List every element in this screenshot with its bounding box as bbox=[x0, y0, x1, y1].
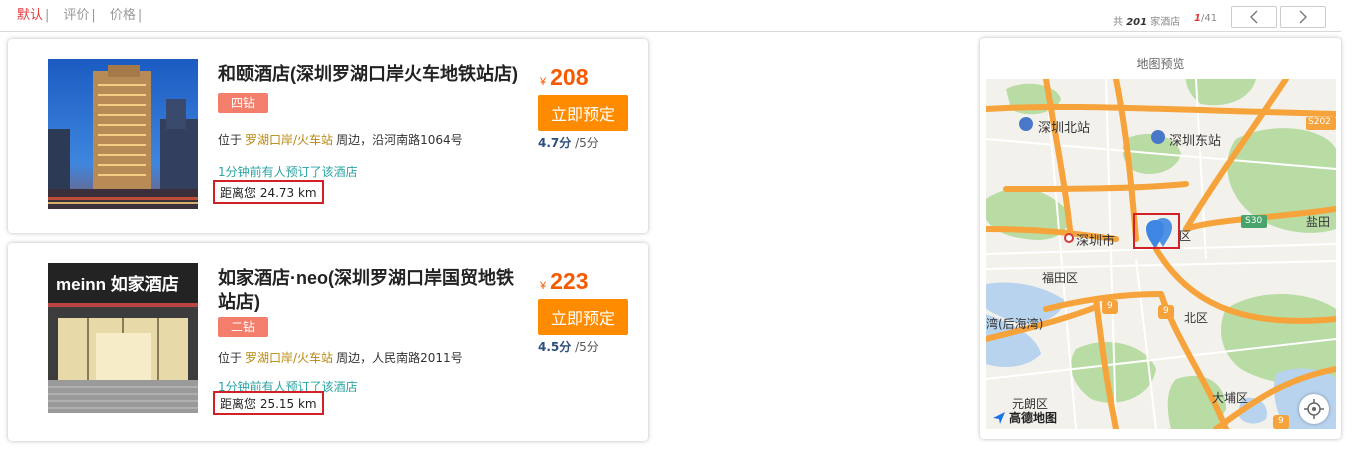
hotel-name[interactable]: 如家酒店·neo(深圳罗湖口岸国贸地铁站店) bbox=[218, 266, 528, 314]
hotel-level-badge: 二钻 bbox=[218, 317, 269, 337]
chevron-right-icon bbox=[1299, 10, 1307, 24]
map-shield-s202: S202 bbox=[1308, 117, 1331, 127]
map-preview-panel: 地图预览 深圳北站 深圳东站 深圳市 福田区 区 湾(后海湾) 北区 元朗区 大… bbox=[980, 38, 1341, 439]
map-shield-nine: 9 bbox=[1163, 306, 1169, 316]
hotel-card: meinn 如家酒店 如家酒店·neo(深圳罗湖口岸国贸地铁站店) 二钻 位于罗… bbox=[8, 243, 648, 441]
hotel-name[interactable]: 和颐酒店(深圳罗湖口岸火车地铁站店) bbox=[218, 62, 528, 86]
map-label-tai-po: 大埔区 bbox=[1212, 391, 1249, 405]
hotel-address: 位于 罗湖口岸/火车站 周边，人民南路2011号 bbox=[218, 351, 463, 365]
map-label-east-station: 深圳东站 bbox=[1169, 134, 1222, 149]
book-now-button[interactable]: 立即预定 bbox=[538, 95, 628, 131]
sort-tabs: 默认 | 评价 | 价格 | bbox=[17, 4, 156, 23]
area-link[interactable]: 罗湖口岸/火车站 bbox=[245, 133, 333, 147]
hotel-card: 和颐酒店(深圳罗湖口岸火车地铁站店) 四钻 位于 罗湖口岸/火车站 周边，沿河南路1… bbox=[8, 39, 648, 233]
hotel-rating: 4.5分 /5分 bbox=[538, 340, 599, 354]
distance-label: 距离您 25.15 km bbox=[213, 391, 324, 415]
sort-tab-default[interactable]: 默认 | bbox=[17, 4, 49, 23]
hotel-address: 位于 罗湖口岸/火车站 周边，沿河南路1064号 bbox=[218, 133, 463, 147]
map-title: 地图预览 bbox=[1136, 57, 1185, 71]
hotel-level-badge: 四钻 bbox=[218, 93, 269, 113]
crosshair-icon bbox=[1304, 399, 1324, 419]
next-page-button[interactable] bbox=[1280, 6, 1326, 28]
result-count: 共 201 家酒店 bbox=[1113, 17, 1181, 28]
map-label-city: 深圳市 bbox=[1076, 234, 1116, 249]
map-label-north-station: 深圳北站 bbox=[1038, 121, 1091, 136]
map-shield-nine: 9 bbox=[1278, 416, 1284, 426]
sort-tab-price[interactable]: 价格 | bbox=[110, 4, 142, 23]
sort-tab-rating[interactable]: 评价 | bbox=[63, 4, 95, 23]
book-now-button[interactable]: 立即预定 bbox=[538, 299, 628, 335]
hotel-photo[interactable]: meinn 如家酒店 bbox=[48, 263, 198, 413]
page-indicator: 1/41 bbox=[1194, 13, 1218, 24]
hotel-price: ¥223 bbox=[540, 268, 589, 294]
map-shield-s30: S30 bbox=[1245, 216, 1263, 226]
hotel-sign-text: meinn 如家酒店 bbox=[56, 274, 179, 294]
map-label-north-district: 北区 bbox=[1184, 311, 1209, 325]
hotel-rating: 4.7分 /5分 bbox=[538, 136, 599, 150]
map-shield-nine: 9 bbox=[1107, 301, 1113, 311]
sort-bar: 默认 | 评价 | 价格 | 共 201 家酒店 1/41 bbox=[0, 0, 1341, 32]
hotel-price: ¥208 bbox=[540, 64, 589, 90]
locate-me-button[interactable] bbox=[1299, 394, 1329, 424]
map-view[interactable]: 深圳北站 深圳东站 深圳市 福田区 区 湾(后海湾) 北区 元朗区 大埔区 盐田… bbox=[986, 79, 1336, 429]
area-link[interactable]: 罗湖口岸/火车站 bbox=[245, 351, 333, 365]
navigation-arrow-icon bbox=[993, 411, 1005, 424]
chevron-left-icon bbox=[1250, 10, 1258, 24]
map-label-yantian: 盐田 bbox=[1306, 215, 1331, 229]
distance-label: 距离您 24.73 km bbox=[213, 180, 324, 204]
prev-page-button[interactable] bbox=[1231, 6, 1277, 28]
map-label-futian: 福田区 bbox=[1042, 271, 1079, 285]
map-label-bay: 湾(后海湾) bbox=[986, 317, 1044, 331]
map-label-district: 区 bbox=[1179, 229, 1192, 243]
recent-booking-note: 1分钟前有人预订了该酒店 bbox=[218, 165, 358, 179]
marker-highlight bbox=[1133, 213, 1180, 249]
hotel-photo[interactable] bbox=[48, 59, 198, 209]
amap-logo: 高德地图 bbox=[992, 409, 1057, 426]
